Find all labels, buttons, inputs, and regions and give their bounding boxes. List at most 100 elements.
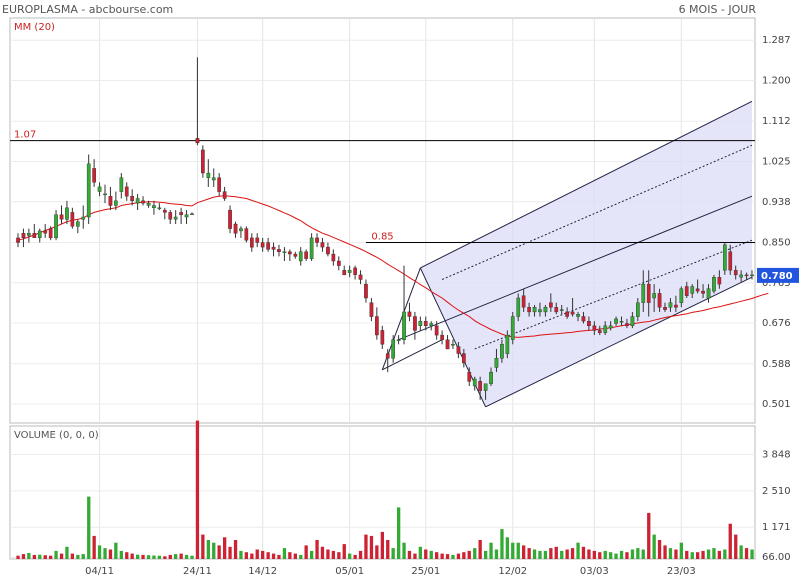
candle-body [108,195,113,206]
candle-body [113,200,118,206]
candle-body [331,253,336,262]
chart-title: EUROPLASMA - abcbourse.com [2,3,173,16]
candle-body [86,163,91,218]
volume-bar [65,546,69,559]
volume-bar [54,550,58,559]
volume-bar [592,550,596,559]
candle-body [636,302,640,317]
volume-bar [244,552,248,559]
candle-body [342,270,347,276]
volume-bar [581,546,586,559]
candle-body [81,216,86,220]
candle-body [723,244,727,271]
candle-body [364,283,368,299]
candle-body [239,228,243,232]
candle-body [576,314,580,317]
candle-body [652,293,656,299]
y-axis-ticks: 1.2871.2001.1121.0250.9380.8500.7630.676… [762,35,791,563]
candle-body [674,304,678,308]
volume-bar [565,549,569,559]
candle-body [97,186,102,192]
volume-bar [239,550,243,559]
volume-bar [348,553,352,559]
candle-body [407,311,412,317]
x-tick-label: 03/03 [580,566,609,577]
candle-body [657,293,662,308]
volume-bar [326,549,330,559]
volume-bar [478,540,482,559]
volume-bar [674,549,678,559]
candle-body [211,177,216,181]
volume-bar [163,556,167,559]
volume-bar [119,550,123,559]
volume-bar [70,553,74,559]
volume-bar [304,545,308,559]
candle-body [418,321,423,327]
volume-bar [212,542,216,559]
candle-body [32,232,37,238]
volume-bar [130,553,134,559]
candle-body [244,228,249,241]
candle-body [478,381,482,391]
candle-body [445,339,450,350]
candle-body [271,246,276,250]
candle-body [684,286,689,297]
candle-body [157,207,162,210]
volume-bar [21,554,26,559]
candle-body [184,214,189,218]
candle-body [255,237,260,243]
candle-body [451,344,455,346]
candle-body [695,288,700,292]
volume-bar [587,549,591,559]
candle-body [27,232,31,236]
ma-indicator-label: MM (20) [14,22,55,33]
candle-body [326,246,330,255]
candle-body [375,316,379,336]
candle-body [396,339,401,341]
candle-body [559,309,564,311]
candle-body [304,251,308,259]
candle-body [103,193,107,196]
volume-bar [255,549,259,559]
candle-body [298,251,303,262]
volume-tick-label: 3 848 [762,450,791,461]
volume-bar [299,554,303,559]
x-tick-label: 05/01 [335,566,364,577]
price-tick-label: 0.676 [762,318,791,329]
volume-bar [489,542,493,559]
volume-bar [310,550,314,559]
price-tick-label: 0.588 [762,359,791,370]
candle-body [222,191,227,199]
price-tick-label: 1.112 [762,116,791,127]
candle-body [54,214,58,238]
volume-bar [570,548,575,559]
volume-bar [538,550,542,559]
volume-bar [413,553,417,559]
volume-bar [701,550,705,559]
candle-body [135,198,140,204]
volume-bar [505,537,509,559]
candle-body [494,358,499,368]
candle-body [440,334,444,340]
volume-bar [157,555,161,559]
candle-body [124,186,129,197]
volume-bar [261,550,265,559]
candle-body [423,321,428,327]
candle-body [570,311,575,315]
candle-body [646,283,651,303]
volume-bar [750,549,754,559]
candle-body [728,251,733,271]
volume-bar [598,552,602,559]
candle-body [549,302,553,308]
candle-body [538,309,542,313]
price-tick-label: 1.287 [762,35,791,46]
candle-body [249,237,254,248]
x-tick-label: 25/01 [411,566,440,577]
volume-bar [668,548,673,559]
candle-body [21,232,26,238]
volume-bar [223,537,227,559]
volume-bar [647,512,651,559]
volume-bar [527,548,531,559]
volume-bar [87,496,91,559]
candle-body [630,316,635,327]
